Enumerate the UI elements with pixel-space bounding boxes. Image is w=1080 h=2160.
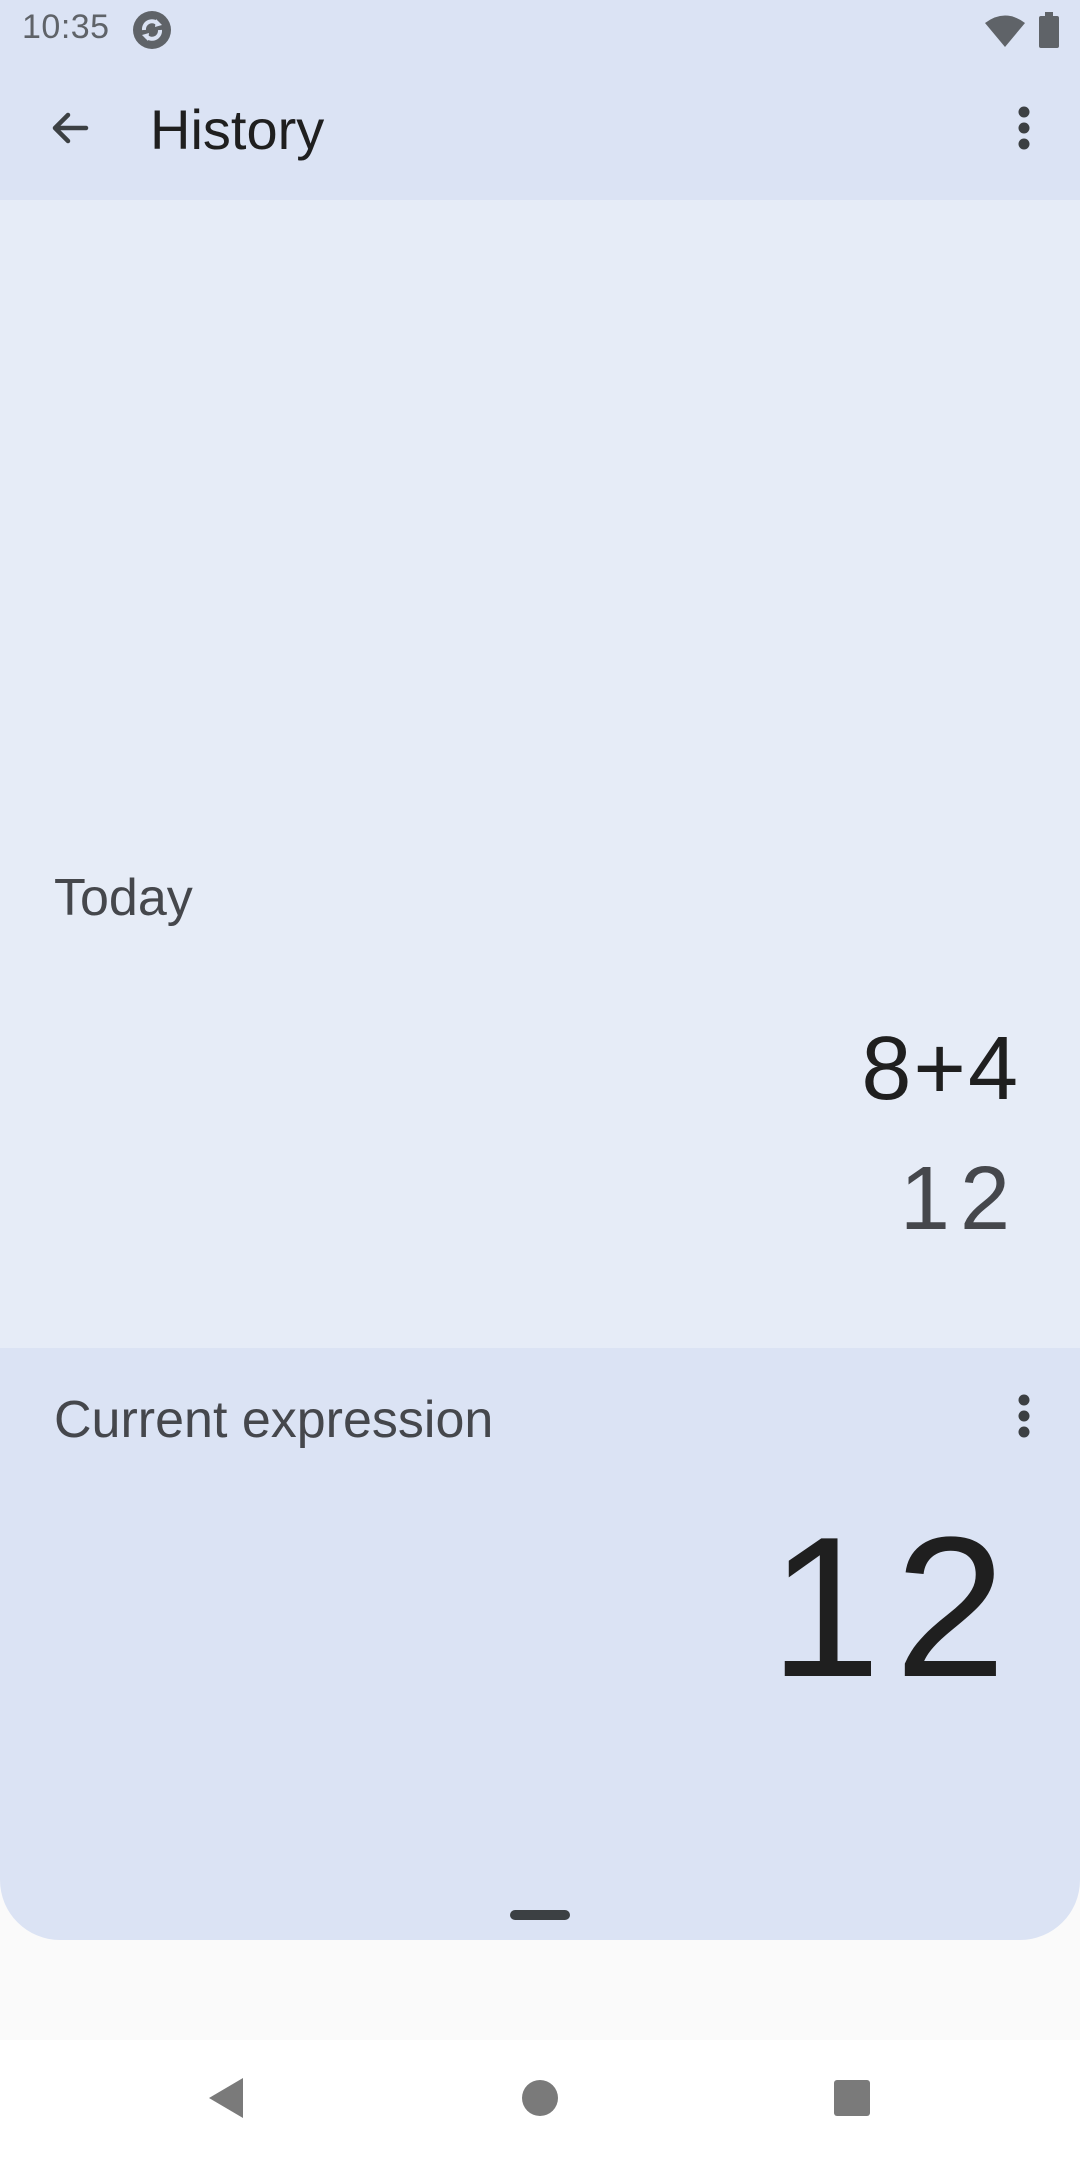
status-time: 10:35 xyxy=(22,8,110,46)
more-vert-icon xyxy=(1016,1393,1032,1444)
app-sync-icon xyxy=(132,10,172,50)
status-bar: 10:35 xyxy=(0,0,1080,60)
more-vert-icon xyxy=(1016,105,1032,156)
navigation-bar xyxy=(0,2040,1080,2160)
more-options-button[interactable] xyxy=(994,96,1054,164)
nav-recents-icon xyxy=(832,2078,872,2123)
wifi-icon xyxy=(984,14,1026,48)
history-entry-result[interactable]: 12 xyxy=(900,1148,1020,1251)
nav-back-icon xyxy=(205,2076,247,2125)
nav-back-button[interactable] xyxy=(196,2070,256,2130)
history-list[interactable]: Today 8+4 12 xyxy=(0,200,1080,1348)
arrow-back-icon xyxy=(46,104,94,157)
app-bar: History xyxy=(0,60,1080,200)
section-header-today: Today xyxy=(54,869,193,927)
current-expression-label: Current expression xyxy=(54,1391,494,1449)
current-expression-value[interactable]: 12 xyxy=(770,1498,1020,1718)
current-expression-card: Current expression 12 xyxy=(0,1348,1080,1940)
back-button[interactable] xyxy=(36,96,104,164)
nav-home-icon xyxy=(520,2078,560,2123)
current-options-button[interactable] xyxy=(994,1384,1054,1452)
nav-recents-button[interactable] xyxy=(822,2070,882,2130)
nav-home-button[interactable] xyxy=(510,2070,570,2130)
drag-handle[interactable] xyxy=(510,1910,570,1920)
page-title: History xyxy=(150,98,325,161)
history-entry-expression[interactable]: 8+4 xyxy=(861,1018,1020,1121)
battery-icon xyxy=(1038,12,1060,48)
